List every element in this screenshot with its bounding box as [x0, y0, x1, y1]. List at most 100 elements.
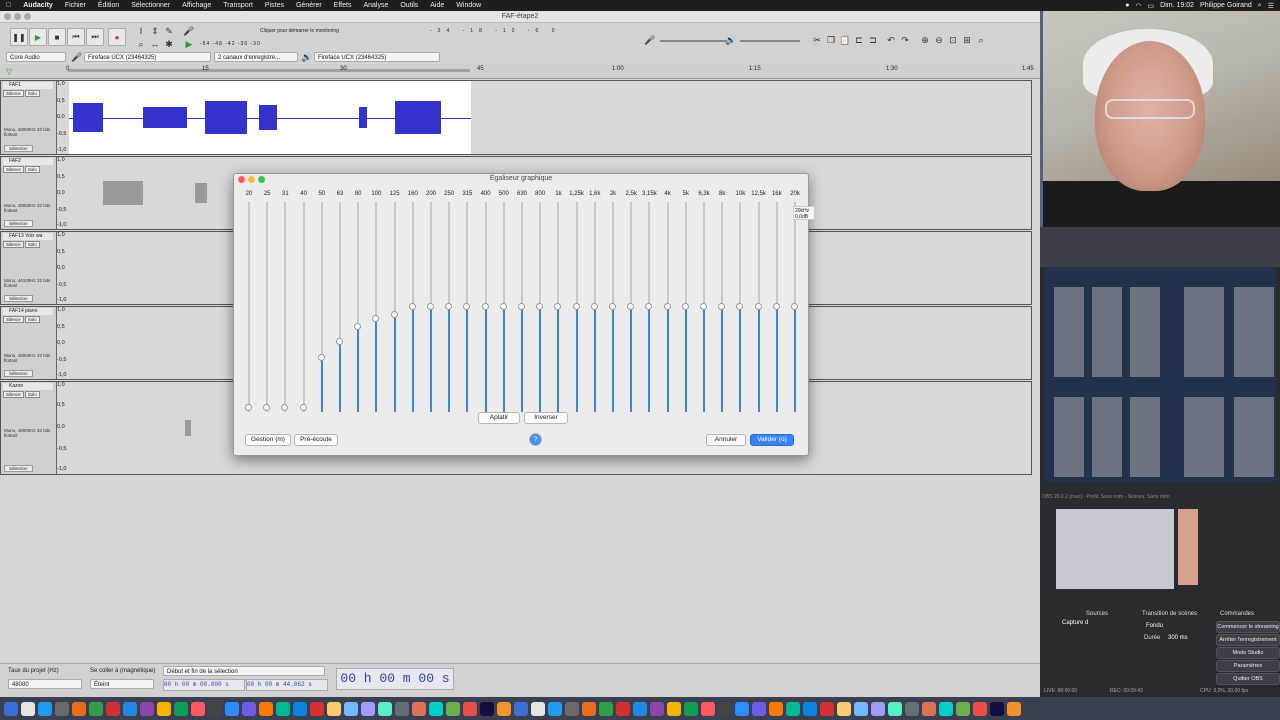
dock-app-icon[interactable]: [21, 701, 35, 716]
input-device-select[interactable]: Fireface UCX (23464325): [84, 52, 211, 62]
close-window-icon[interactable]: [4, 13, 11, 20]
eq-slider[interactable]: [248, 202, 250, 412]
multi-tool-icon[interactable]: ✱: [164, 39, 174, 49]
fit-selection-icon[interactable]: ⊡: [948, 35, 958, 45]
menubar-user[interactable]: Philippe Goirand: [1200, 2, 1252, 9]
dock-app-icon[interactable]: [344, 701, 358, 716]
zoom-out-icon[interactable]: ⊖: [934, 35, 944, 45]
studio-mode-button[interactable]: Mode Studio: [1216, 647, 1280, 659]
help-button[interactable]: ?: [529, 433, 542, 446]
menu-transport[interactable]: Transport: [217, 2, 259, 9]
dock-app-icon[interactable]: [854, 701, 868, 716]
preview-button[interactable]: Pré-écoute: [294, 434, 338, 446]
dock-app-icon[interactable]: [225, 701, 239, 716]
menu-aide[interactable]: Aide: [424, 2, 450, 9]
quit-obs-button[interactable]: Quitter OBS: [1216, 673, 1280, 685]
eq-slider-thumb[interactable]: [518, 303, 525, 310]
dock-app-icon[interactable]: [820, 701, 834, 716]
camera-status-icon[interactable]: ●: [1125, 2, 1129, 9]
mute-button[interactable]: Silence: [3, 391, 24, 398]
dock-app-icon[interactable]: [463, 701, 477, 716]
mute-button[interactable]: Silence: [3, 90, 24, 97]
eq-slider-thumb[interactable]: [299, 404, 307, 411]
eq-slider-thumb[interactable]: [772, 303, 780, 310]
dock-app-icon[interactable]: [361, 701, 375, 716]
eq-slider-thumb[interactable]: [463, 303, 471, 310]
dock-app-icon[interactable]: [531, 701, 545, 716]
solo-button[interactable]: Solo: [24, 90, 40, 97]
dock-app-icon[interactable]: [293, 701, 307, 716]
minimize-window-icon[interactable]: [14, 13, 21, 20]
cancel-button[interactable]: Annuler: [706, 434, 746, 446]
mute-button[interactable]: Silence: [3, 316, 24, 323]
stop-button[interactable]: ■: [48, 28, 66, 46]
dock-app-icon[interactable]: [582, 701, 596, 716]
menu-fichier[interactable]: Fichier: [59, 2, 92, 9]
dock-app-icon[interactable]: [276, 701, 290, 716]
dock-app-icon[interactable]: [412, 701, 426, 716]
output-device-select[interactable]: Fireface UCX (23464325): [314, 52, 440, 62]
eq-slider-thumb[interactable]: [281, 404, 289, 411]
eq-slider-thumb[interactable]: [317, 353, 325, 361]
audio-position-time[interactable]: 00 h 00 m 00 s: [336, 668, 454, 690]
skip-end-button[interactable]: ⏭: [86, 28, 104, 46]
source-item[interactable]: Capture d: [1062, 620, 1088, 626]
eq-slider-thumb[interactable]: [754, 303, 762, 310]
dock-app-icon[interactable]: [140, 701, 154, 716]
selection-tool-icon[interactable]: I: [136, 26, 146, 36]
dock-app-icon[interactable]: [497, 701, 511, 716]
menu-effets[interactable]: Effets: [328, 2, 358, 9]
channels-select[interactable]: 2 canaux d'enregistre...: [214, 52, 298, 62]
menu-analyse[interactable]: Analyse: [357, 2, 394, 9]
menu-edition[interactable]: Édition: [92, 2, 125, 9]
zoom-tool-icon[interactable]: ⌕: [136, 39, 146, 49]
manage-button[interactable]: Gestion (m): [245, 434, 291, 446]
silence-icon[interactable]: ⊐: [868, 35, 878, 45]
dock-app-icon[interactable]: [803, 701, 817, 716]
dock-app-icon[interactable]: [718, 701, 732, 716]
dock-app-icon[interactable]: [990, 701, 1004, 716]
zoom-toggle-icon[interactable]: ⌕: [976, 35, 986, 45]
dock-app-icon[interactable]: [667, 701, 681, 716]
eq-slider-thumb[interactable]: [663, 303, 671, 310]
project-rate-select[interactable]: 48000: [8, 679, 82, 689]
menu-selectionner[interactable]: Sélectionner: [125, 2, 176, 9]
wifi-icon[interactable]: ◠: [1135, 2, 1141, 10]
eq-slider-thumb[interactable]: [245, 404, 252, 411]
dock-app-icon[interactable]: [242, 701, 256, 716]
eq-slider-thumb[interactable]: [718, 303, 726, 310]
invert-button[interactable]: Inverser: [524, 412, 568, 424]
menu-affichage[interactable]: Affichage: [176, 2, 217, 9]
dock-app-icon[interactable]: [871, 701, 885, 716]
monitor-hint[interactable]: Cliquer pour démarrer le monitoring: [260, 28, 339, 34]
dock-app-icon[interactable]: [310, 701, 324, 716]
eq-slider-thumb[interactable]: [263, 404, 271, 411]
track-name-menu[interactable]: FAF13 Voix wa: [3, 233, 53, 240]
dock-app-icon[interactable]: [837, 701, 851, 716]
eq-slider[interactable]: [284, 202, 287, 412]
dock-app-icon[interactable]: [684, 701, 698, 716]
track-select-button[interactable]: Sélection: [4, 295, 33, 302]
eq-slider-thumb[interactable]: [572, 303, 580, 310]
track-select-button[interactable]: Sélection: [4, 370, 33, 377]
record-button[interactable]: ●: [108, 28, 126, 46]
play-button[interactable]: ▶: [29, 28, 47, 46]
eq-slider-thumb[interactable]: [700, 303, 707, 310]
stop-recording-button[interactable]: Arrêter l'enregistrement: [1216, 634, 1280, 646]
eq-slider-thumb[interactable]: [554, 303, 562, 310]
dock-app-icon[interactable]: [446, 701, 460, 716]
redo-icon[interactable]: ↷: [900, 35, 910, 45]
mixer-panel[interactable]: [1044, 267, 1276, 482]
dock-app-icon[interactable]: [735, 701, 749, 716]
waveform[interactable]: [69, 81, 471, 154]
dock-app-icon[interactable]: [429, 701, 443, 716]
menu-generer[interactable]: Générer: [290, 2, 328, 9]
timeline-ruler[interactable]: ▽ 0 15 30 45 1:00 1:15 1:30 1:45: [0, 64, 1040, 79]
eq-slider-thumb[interactable]: [408, 303, 416, 310]
dock-app-icon[interactable]: [378, 701, 392, 716]
copy-icon[interactable]: ❐: [826, 35, 836, 45]
paste-icon[interactable]: 📋: [839, 35, 850, 45]
solo-button[interactable]: Solo: [24, 391, 40, 398]
solo-button[interactable]: Solo: [24, 241, 40, 248]
dock-app-icon[interactable]: [616, 701, 630, 716]
